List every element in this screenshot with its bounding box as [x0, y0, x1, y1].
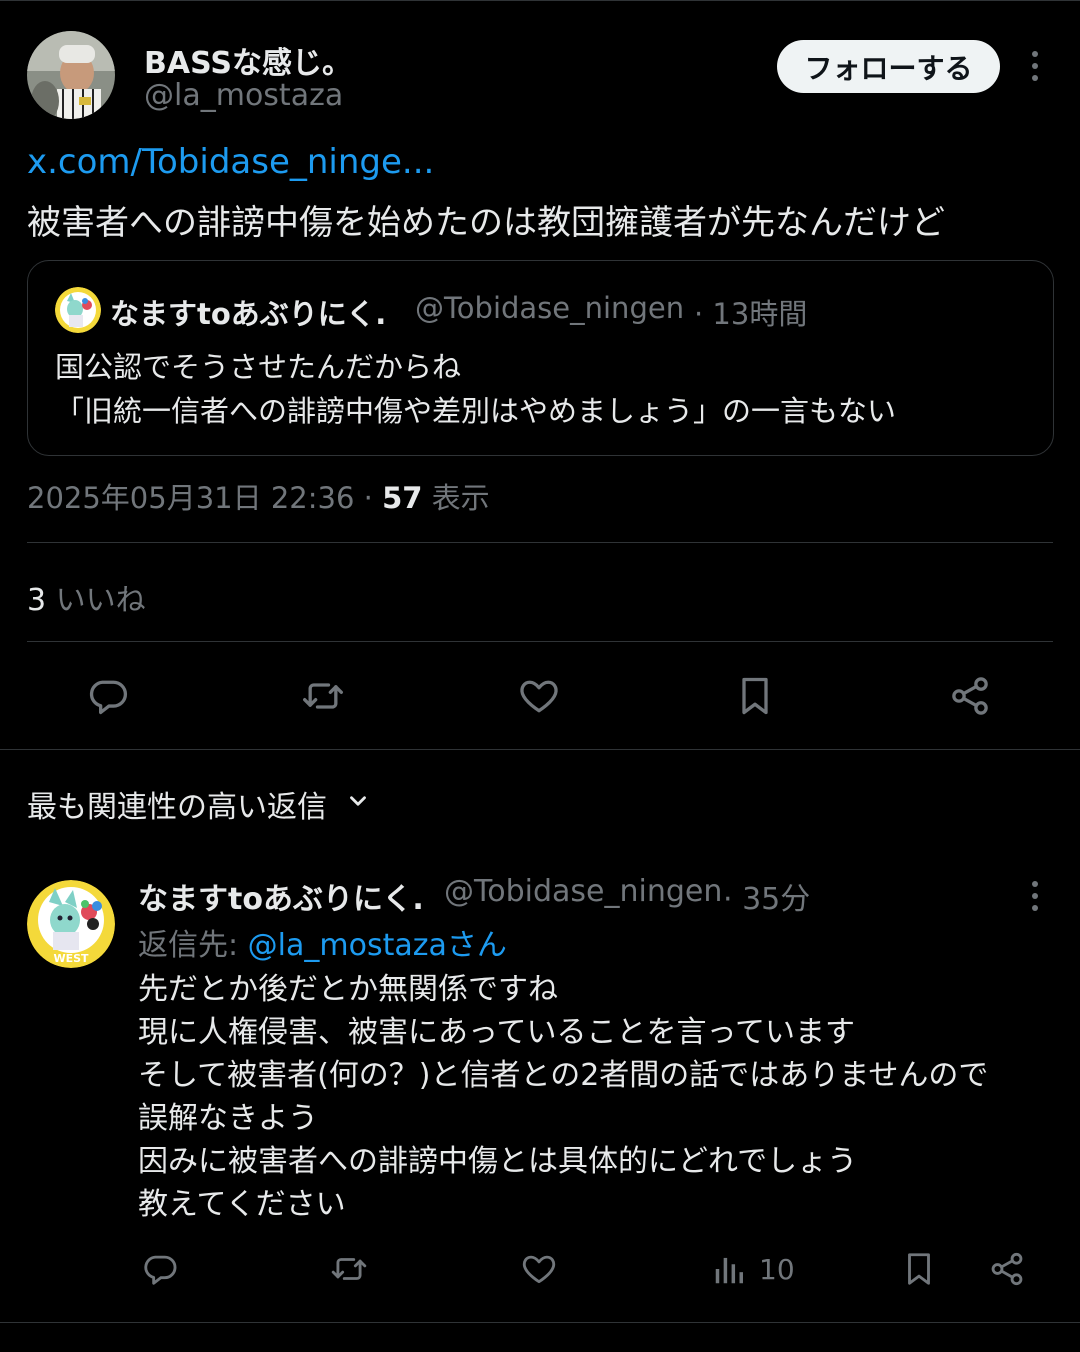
- more-options-icon[interactable]: [1025, 46, 1045, 86]
- chevron-down-icon: [345, 787, 371, 822]
- share-button[interactable]: [948, 674, 992, 718]
- retweet-icon: [330, 1250, 368, 1288]
- tweet-timestamp: 2025年05月31日 22:36 · 57 表示: [27, 475, 490, 517]
- reply-icon: [141, 1250, 179, 1288]
- bookmark-icon: [733, 674, 777, 718]
- bottom-divider: [0, 1322, 1080, 1323]
- reply-to-mention[interactable]: @la_mostazaさん: [248, 928, 507, 963]
- timestamp-text: 2025年05月31日 22:36 ·: [27, 481, 383, 515]
- reply-author-name[interactable]: なますtoあぶりにく.: [138, 874, 424, 918]
- heart-icon: [517, 674, 561, 718]
- sort-label: 最も関連性の高い返信: [27, 790, 327, 825]
- bookmark-icon: [900, 1250, 938, 1288]
- avatar-badge: WEST: [53, 952, 89, 965]
- divider: [27, 542, 1053, 543]
- share-icon: [948, 674, 992, 718]
- bookmark-button[interactable]: [733, 674, 777, 718]
- reply-button[interactable]: [86, 674, 130, 718]
- quoted-tweet[interactable]: なますtoあぶりにく. @Tobidase_ningen · 13時間 国公認で…: [27, 260, 1054, 456]
- quote-time: · 13時間: [694, 297, 808, 331]
- author-name[interactable]: BASSな感じ。: [144, 38, 352, 82]
- heart-icon: [520, 1250, 558, 1288]
- quote-text: 国公認でそうさせたんだからね 「旧統一信者への誹謗中傷や差別はやめましょう」の一…: [55, 350, 897, 428]
- reply-time: · 35分: [723, 882, 811, 917]
- top-border: [0, 0, 1080, 4]
- reply-bookmark-button[interactable]: [900, 1250, 938, 1288]
- views-count: 57: [382, 481, 423, 515]
- divider: [27, 641, 1053, 642]
- share-icon: [988, 1250, 1026, 1288]
- analytics-icon: [711, 1250, 749, 1288]
- reply-views-count: 10: [759, 1252, 795, 1286]
- reply-author-avatar[interactable]: WEST: [27, 880, 115, 968]
- reply-more-options-icon[interactable]: [1025, 876, 1045, 916]
- author-handle[interactable]: @la_mostaza: [144, 78, 343, 113]
- reply-like-button[interactable]: [520, 1250, 558, 1288]
- views-label: 表示: [422, 481, 490, 515]
- reply-icon: [86, 674, 130, 718]
- reply-views[interactable]: 10: [711, 1250, 795, 1288]
- reply-text: 先だとか後だとか無関係ですね 現に人権侵害、被害にあっていることを言っています …: [138, 972, 989, 1222]
- retweet-icon: [301, 674, 345, 718]
- reply-to-line: 返信先: @la_mostazaさん: [138, 920, 507, 964]
- section-divider: [0, 749, 1080, 750]
- likes-summary[interactable]: 3 いいね: [27, 575, 146, 619]
- like-button[interactable]: [517, 674, 561, 718]
- reply-author-handle[interactable]: @Tobidase_ningen: [444, 874, 722, 909]
- tweet-text: 被害者への誹謗中傷を始めたのは教団擁護者が先なんだけど: [27, 203, 945, 243]
- reply-share-button[interactable]: [988, 1250, 1026, 1288]
- likes-count: 3: [27, 583, 47, 618]
- reply-to-prefix: 返信先:: [138, 928, 248, 963]
- replies-sort-dropdown[interactable]: 最も関連性の高い返信: [27, 782, 371, 826]
- follow-button[interactable]: フォローする: [777, 40, 1000, 93]
- tweet-link[interactable]: x.com/Tobidase_ninge...: [27, 142, 434, 182]
- retweet-button[interactable]: [301, 674, 345, 718]
- quote-author-name: なますtoあぶりにく.: [110, 297, 387, 331]
- likes-label: いいね: [46, 583, 146, 618]
- quote-author-avatar: [55, 287, 101, 333]
- author-avatar[interactable]: [27, 31, 115, 119]
- reply-reply-button[interactable]: [141, 1250, 179, 1288]
- reply-retweet-button[interactable]: [330, 1250, 368, 1288]
- quote-author-handle: @Tobidase_ningen: [415, 291, 685, 325]
